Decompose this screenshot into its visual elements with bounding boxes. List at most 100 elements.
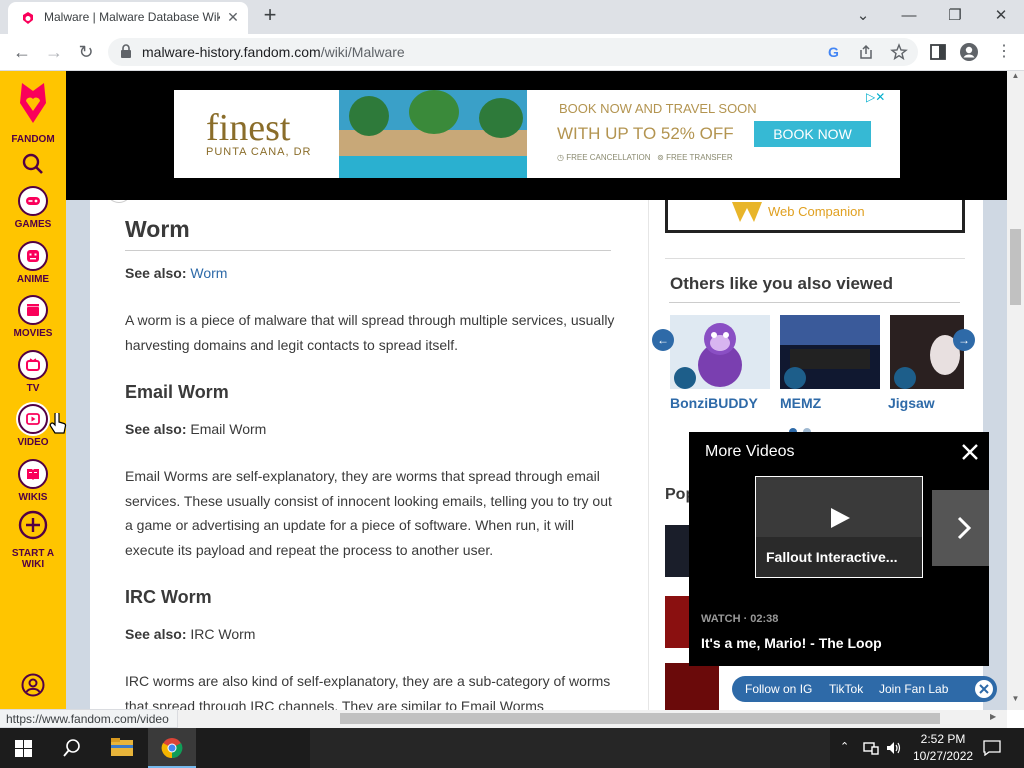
video-watch-meta: WATCH · 02:38 <box>701 613 779 625</box>
bookmark-star-icon[interactable] <box>890 43 908 61</box>
ad-resort-palm <box>349 96 389 136</box>
minimize-button[interactable]: — <box>894 3 924 29</box>
file-explorer-icon[interactable] <box>110 737 134 757</box>
fandom-logo[interactable]: FANDOM <box>0 79 66 145</box>
share-icon[interactable] <box>858 44 874 60</box>
nav-anime[interactable]: ANIME <box>0 241 66 285</box>
others-item-label[interactable]: MEMZ <box>780 395 821 411</box>
fandom-favicon-icon <box>23 12 33 24</box>
taskbar-date[interactable]: 10/27/2022 <box>913 749 973 763</box>
browser-toolbar: ← → ↻ malware-history.fandom.com/wiki/Ma… <box>0 34 1024 71</box>
top-ad-bar: finest PUNTA CANA, DR BOOK NOW AND TRAVE… <box>66 71 1007 200</box>
forward-button[interactable]: → <box>40 38 68 66</box>
join-fan-lab-link[interactable]: Join Fan Lab <box>879 682 948 696</box>
menu-kebab-icon[interactable]: ⋮ <box>990 38 1018 66</box>
see-also: See also: Worm <box>125 265 228 281</box>
volume-icon[interactable] <box>886 740 902 756</box>
movies-clapper-icon <box>27 304 39 316</box>
reload-button[interactable]: ↻ <box>72 38 100 66</box>
nav-anime-label: ANIME <box>16 274 50 285</box>
see-also-link[interactable]: Worm <box>190 265 227 281</box>
notifications-icon[interactable] <box>983 740 1001 756</box>
ad-brand: finest <box>206 107 291 149</box>
scroll-thumb[interactable] <box>1010 229 1021 305</box>
ad-resort-palm <box>479 98 523 138</box>
nav-start-a-wiki[interactable]: START A WIKI <box>0 510 66 570</box>
follow-ig-link[interactable]: Follow on IG <box>745 682 812 696</box>
tab-close-icon[interactable]: ✕ <box>224 8 242 26</box>
restore-button[interactable]: ❐ <box>940 3 970 29</box>
tiktok-link[interactable]: TikTok <box>829 682 863 696</box>
bonzi-gorilla-icon <box>698 323 742 387</box>
windows-start-icon[interactable] <box>15 740 32 757</box>
section-paragraph: Email Worms are self-explanatory, they a… <box>125 468 612 558</box>
thumb-jigsaw[interactable] <box>890 315 964 389</box>
chrome-taskbar-button[interactable] <box>148 728 196 768</box>
tray-chevron-icon[interactable]: ⌃ <box>840 740 849 753</box>
video-thumbnail[interactable]: Fallout Interactive... <box>755 476 923 578</box>
address-bar[interactable]: malware-history.fandom.com/wiki/Malware … <box>108 38 918 66</box>
ad-choices-icon[interactable]: ▷✕ <box>866 90 885 104</box>
thumb-memz[interactable] <box>780 315 880 389</box>
thumb-bonzibuddy[interactable] <box>670 315 770 389</box>
social-close-icon[interactable] <box>974 679 994 699</box>
section-heading: Email Worm <box>125 382 229 402</box>
search-icon[interactable] <box>63 739 81 757</box>
nav-games[interactable]: GAMES <box>0 186 66 230</box>
rail-divider <box>665 258 965 259</box>
profile-avatar-icon[interactable] <box>959 42 979 62</box>
nav-movies[interactable]: MOVIES <box>0 295 66 339</box>
memz-glitch-band <box>790 349 870 369</box>
chrome-icon <box>161 738 183 759</box>
close-window-button[interactable]: ✕ <box>986 3 1016 29</box>
tab-title: Malware | Malware Database Wiki <box>44 10 220 24</box>
new-tab-button[interactable]: + <box>259 4 281 27</box>
search-icon[interactable] <box>22 153 44 175</box>
popular-thumb[interactable] <box>665 663 719 710</box>
tab-strip: Malware | Malware Database Wiki ✕ + ⌄ — … <box>0 0 1024 34</box>
windows-taskbar: ⌃ 2:52 PM 10/27/2022 <box>0 728 1024 768</box>
next-video-thumbnail[interactable] <box>932 490 989 566</box>
taskbar-time[interactable]: 2:52 PM <box>913 732 973 746</box>
advertisement-banner[interactable]: finest PUNTA CANA, DR BOOK NOW AND TRAVE… <box>174 90 900 178</box>
web-companion-ad[interactable]: Web Companion <box>665 195 965 233</box>
network-icon[interactable] <box>863 741 879 755</box>
scroll-up-arrow[interactable]: ▲ <box>1007 71 1024 87</box>
video-badge-icon <box>674 367 696 389</box>
video-title: More Videos <box>705 443 795 460</box>
nav-wikis[interactable]: WIKIS <box>0 459 66 503</box>
nav-tv[interactable]: TV <box>0 350 66 394</box>
google-lens-icon[interactable]: G <box>826 44 842 60</box>
horizontal-scrollbar[interactable]: ▶ <box>178 710 1007 728</box>
side-panel-icon[interactable] <box>928 42 948 62</box>
close-icon[interactable] <box>961 443 979 461</box>
vertical-scrollbar[interactable]: ▲ ▼ <box>1007 71 1024 710</box>
carousel-next-button[interactable]: → <box>953 329 975 351</box>
status-url: https://www.fandom.com/video <box>0 709 178 728</box>
ad-brand-sub: PUNTA CANA, DR <box>206 146 312 158</box>
scroll-down-arrow[interactable]: ▼ <box>1007 694 1024 710</box>
browser-tab[interactable]: Malware | Malware Database Wiki ✕ <box>8 2 248 34</box>
chevron-right-icon[interactable] <box>956 516 972 540</box>
ad-perks: ◷ FREE CANCELLATION ⊚ FREE TRANSFER <box>557 153 733 162</box>
user-account-icon[interactable] <box>21 673 45 697</box>
h-scroll-thumb[interactable] <box>340 713 940 724</box>
carousel-prev-button[interactable]: ← <box>652 329 674 351</box>
tab-search-icon[interactable]: ⌄ <box>848 3 878 29</box>
lock-icon <box>121 44 131 58</box>
video-player[interactable]: More Videos Fallout Interactive... WATCH… <box>689 432 989 666</box>
video-watch-title[interactable]: It's a me, Mario! - The Loop <box>701 635 882 651</box>
back-button[interactable]: ← <box>8 38 36 66</box>
others-item-label[interactable]: BonziBUDDY <box>670 395 758 411</box>
others-viewed-title: Others like you also viewed <box>670 274 893 293</box>
ad-book-now-button[interactable]: BOOK NOW <box>754 121 871 147</box>
ad-headline: BOOK NOW AND TRAVEL SOON <box>559 101 757 116</box>
url-text: malware-history.fandom.com/wiki/Malware <box>142 44 405 60</box>
fandom-heart-icon <box>20 83 46 123</box>
play-icon[interactable] <box>828 506 852 530</box>
see-also: See also: IRC Worm <box>125 626 256 642</box>
others-item-label[interactable]: Jigsaw <box>888 395 935 411</box>
nav-video-label: VIDEO <box>17 437 49 448</box>
web-companion-label: Web Companion <box>768 204 865 219</box>
scroll-right-arrow[interactable]: ▶ <box>990 712 996 721</box>
